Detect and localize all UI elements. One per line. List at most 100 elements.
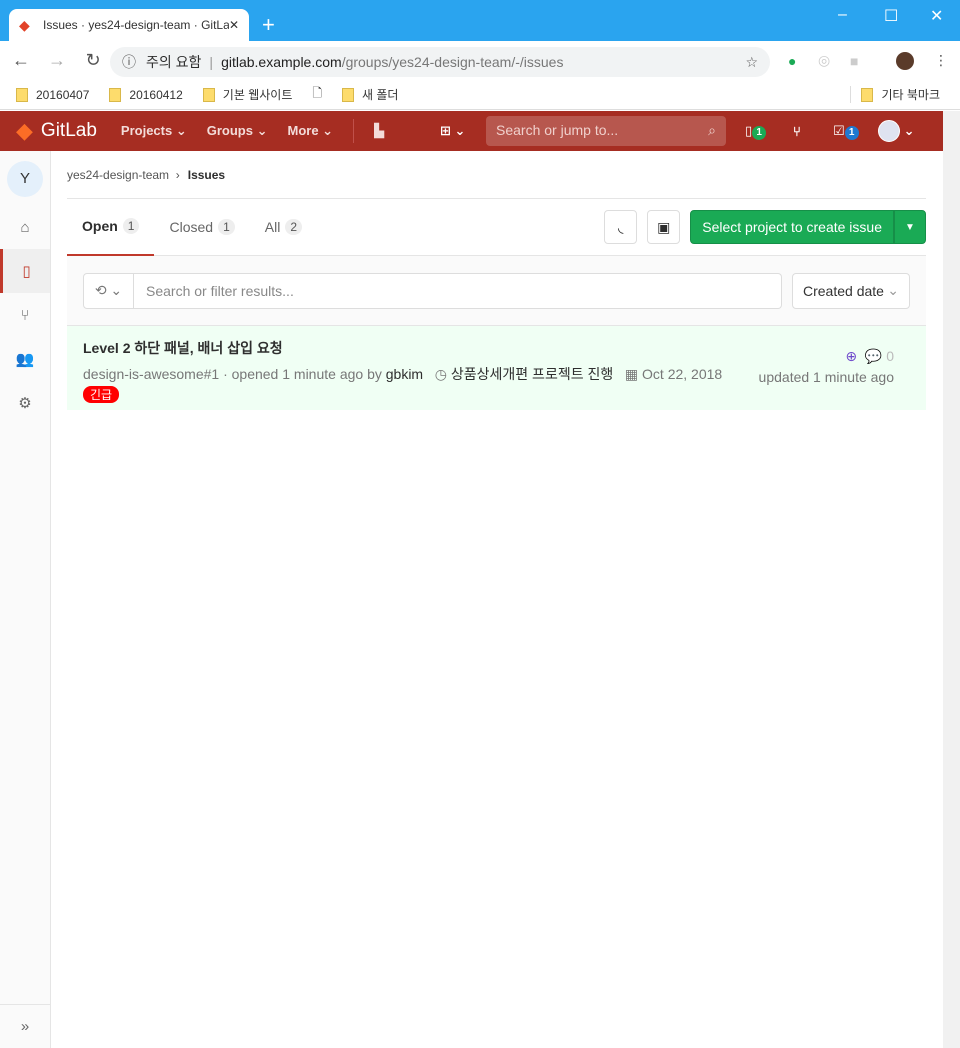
folder-icon [16,87,28,102]
scrollbar[interactable] [943,111,960,1048]
more-label: More [287,123,319,138]
double-chevron-right-icon: » [20,1018,30,1035]
main-content: yes24-design-team › Issues Open 1 Closed 1… [67,151,926,410]
create-issue-button[interactable]: Select project to create issue [690,210,894,244]
users-icon: 👥 [15,351,35,368]
minimize-icon[interactable]: – [838,6,847,24]
bookmark-label: 20160412 [129,87,183,102]
bookmark-label: 기본 웹사이트 [222,88,293,102]
filter-input[interactable]: Search or filter results... [134,272,782,309]
comment-count: 0 [886,348,894,364]
sidebar-item-merge-requests[interactable]: ⑂ [0,293,50,337]
rss-icon: ◟ [618,218,624,235]
forward-icon[interactable]: → [42,50,72,71]
breadcrumb-current[interactable]: Issues [188,168,225,182]
reload-icon[interactable]: ↻ [78,50,108,71]
tab-open[interactable]: Open 1 [67,199,155,256]
folder-icon [861,87,874,102]
tab-count: 1 [218,219,235,235]
extension-icon[interactable]: ◎ [818,52,830,69]
bookmark-label: 기타 북마크 [881,88,940,102]
gitlab-logo[interactable]: ◆ GitLab [16,118,97,144]
close-window-icon[interactable]: ✕ [930,6,943,26]
sidebar-item-issues[interactable]: ▯ [0,249,50,293]
bookmark-folder[interactable]: 20160407 [16,87,90,102]
user-menu[interactable]: ⌄ [878,120,915,142]
merge-requests-icon[interactable]: ⑂ [793,124,801,139]
tab-label: All [264,219,281,235]
todos-nav[interactable]: ☑ 1 [833,123,859,140]
history-icon: ⟲ ⌄ [94,282,123,298]
browser-tab[interactable]: ◆ Issues · yes24-design-team · GitLab ✕ [9,9,249,41]
sort-dropdown[interactable]: Created date ⌄ [792,272,910,309]
info-icon: ⓘ [122,54,136,70]
user-avatar [878,120,900,142]
sort-label: Created date [803,282,884,299]
brand: GitLab [40,120,97,141]
assignee-avatar[interactable]: ⊕ [845,348,857,364]
projects-menu[interactable]: Projects ⌄ [121,123,187,139]
sidebar-item-settings[interactable]: ⚙ [0,381,50,425]
todo-icon: ☑ [833,122,845,138]
new-tab-icon[interactable]: + [262,12,275,38]
bookmark-label: 20160407 [36,87,90,102]
menu-icon[interactable]: ⋮ [934,52,948,69]
search-input[interactable]: Search or jump to... ⌕ [486,116,726,146]
rss-button[interactable]: ◟ [604,210,638,244]
maximize-icon[interactable]: ☐ [884,6,898,26]
issues-icon: ▯ [745,122,753,138]
breadcrumb: yes24-design-team › Issues [67,151,926,199]
activity-chart-icon[interactable]: ▙ [374,123,384,139]
todos-count-badge: 1 [844,125,859,140]
issue-label[interactable]: 긴급 [83,386,120,403]
tab-count: 1 [122,218,140,234]
bookmark-folder[interactable]: 기본 웹사이트 [202,86,293,103]
filter-placeholder: Search or filter results... [146,282,294,299]
calendar-button[interactable]: ▣ [647,210,681,244]
gitlab-navbar: ◆ GitLab Projects ⌄ Groups ⌄ More ⌄ ▙ ⊞ ⌄… [0,111,943,151]
bookmark-folder[interactable]: 20160412 [109,87,183,102]
tab-title: Issues · yes24-design-team · GitLab [43,18,229,32]
issues-icon: ▯ [22,263,31,280]
bookmark-page[interactable]: 🗋 [312,84,322,105]
bookmark-star-icon[interactable]: ☆ [745,54,758,71]
collapse-sidebar-button[interactable]: » [0,1004,50,1048]
extension-icon[interactable]: ■ [850,53,858,69]
breadcrumb-group[interactable]: yes24-design-team [67,168,169,182]
issues-nav[interactable]: ▯ 1 [745,122,767,140]
issue-author[interactable]: gbkim [386,366,423,382]
sidebar-item-overview[interactable]: ⌂ [0,205,50,249]
address-bar-row: ← → ↻ ⓘ 주의 요함 | gitlab.example.com/group… [0,41,960,80]
chevron-down-icon: ⌄ [887,282,899,298]
recent-searches-dropdown[interactable]: ⟲ ⌄ [83,272,134,309]
sidebar-item-members[interactable]: 👥 [0,337,50,381]
issue-state-tabs: Open 1 Closed 1 All 2 ◟ ▣ Select project to… [67,199,926,256]
issue-milestone[interactable]: 상품상세개편 프로젝트 진행 [451,366,613,382]
issue-opened: · opened 1 minute ago by [219,366,386,382]
folder-icon [202,87,215,102]
more-menu[interactable]: More ⌄ [287,123,333,139]
close-tab-icon[interactable]: ✕ [229,18,239,32]
evernote-icon[interactable]: ● [788,53,796,69]
browser-titlebar: ◆ Issues · yes24-design-team · GitLab ✕ … [0,0,960,41]
profile-avatar[interactable] [896,51,914,70]
groups-menu[interactable]: Groups ⌄ [207,123,268,139]
new-item-icon[interactable]: ⊞ ⌄ [440,123,465,139]
group-sidebar: Y ⌂ ▯ ⑂ 👥 ⚙ » [0,151,51,1048]
url-input[interactable]: ⓘ 주의 요함 | gitlab.example.com/groups/yes2… [110,47,770,77]
calendar-icon: ▦ [624,366,639,382]
bookmark-folder[interactable]: 새 폴더 [342,86,398,103]
back-icon[interactable]: ← [6,50,36,71]
tab-all[interactable]: All 2 [250,199,317,256]
other-bookmarks[interactable]: 기타 북마크 [850,86,940,103]
create-issue-dropdown[interactable]: ▼ [894,210,926,244]
search-placeholder: Search or jump to... [496,122,619,138]
url-path: /groups/yes24-design-team/-/issues [341,54,564,70]
tab-label: Open [82,218,118,234]
security-warning: 주의 요함 [146,54,202,70]
tab-closed[interactable]: Closed 1 [154,199,249,256]
issue-due-date: Oct 22, 2018 [642,366,723,382]
merge-request-icon: ⑂ [20,306,30,324]
gear-icon: ⚙ [18,395,32,412]
group-avatar[interactable]: Y [7,161,43,197]
